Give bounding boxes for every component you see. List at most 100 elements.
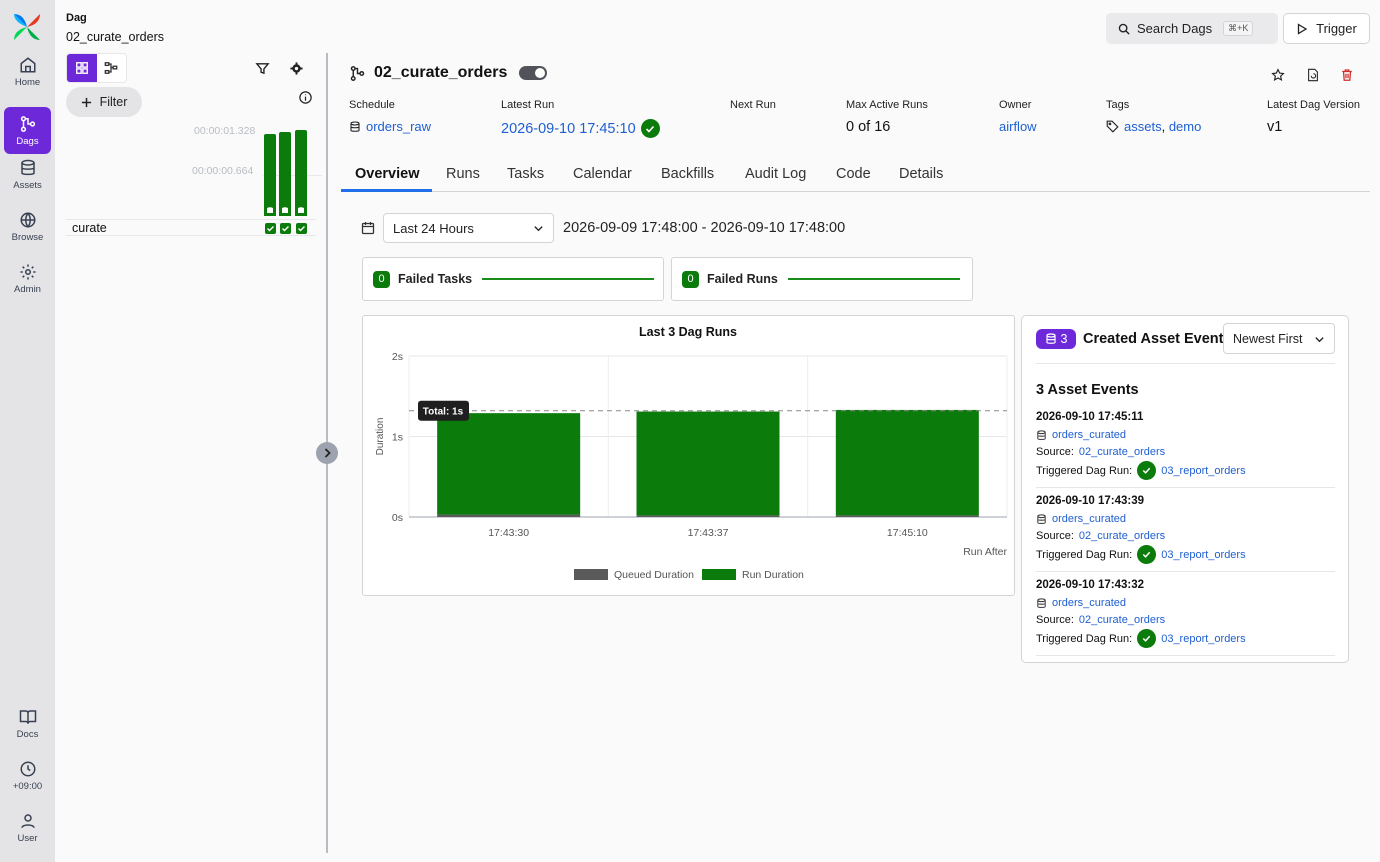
parse-dag-button[interactable]	[1304, 66, 1322, 84]
check-icon	[282, 226, 289, 232]
nav-docs[interactable]: Docs	[4, 700, 51, 747]
meta-owner: Owner airflow	[999, 99, 1037, 134]
check-icon	[267, 226, 274, 232]
latest-run-link[interactable]: 2026-09-10 17:45:10	[501, 121, 636, 137]
tab-overview[interactable]: Overview	[355, 166, 420, 182]
legend-label: Run Duration	[742, 569, 804, 581]
task-instance-success[interactable]	[280, 223, 291, 234]
owner-link[interactable]: airflow	[999, 119, 1037, 134]
breadcrumb-dag-name[interactable]: 02_curate_orders	[66, 30, 164, 44]
nav-admin[interactable]: Admin	[4, 255, 51, 302]
tab-details[interactable]: Details	[899, 166, 943, 182]
asset-link[interactable]: orders_curated	[1052, 429, 1126, 441]
triggered-dag-link[interactable]: 03_report_orders	[1161, 549, 1245, 561]
grid-settings-button[interactable]	[285, 57, 307, 79]
duration-tick-max: 00:00:01.328	[194, 125, 256, 137]
failed-tasks-label: Failed Tasks	[398, 272, 473, 286]
sort-select[interactable]: Newest First	[1223, 323, 1335, 354]
run-bar[interactable]	[264, 134, 276, 216]
graph-view-button[interactable]	[97, 54, 127, 82]
nav-home-label: Home	[14, 76, 41, 88]
search-dags-button[interactable]: Search Dags ⌘+K	[1106, 13, 1278, 44]
asset-events-card: 3 Created Asset Events Newest First 3 As…	[1021, 315, 1349, 663]
filter-button[interactable]: Filter	[66, 87, 142, 117]
dag-runs-chart-card: Last 3 Dag Runs 0s 1s 2s Duration 17:43:30 17:…	[362, 315, 1015, 596]
failed-runs-card[interactable]: 0 Failed Runs	[671, 257, 973, 301]
chart-title: Last 3 Dag Runs	[639, 325, 737, 339]
dag-title: 02_curate_orders	[374, 64, 508, 81]
success-status-icon	[640, 119, 660, 138]
airflow-logo-icon[interactable]	[12, 12, 42, 42]
active-tab-indicator	[341, 189, 432, 192]
dag-runs-chart: Last 3 Dag Runs 0s 1s 2s Duration 17:43:30 17:…	[375, 325, 1008, 581]
y-tick-label: 2s	[392, 351, 403, 363]
nav-home[interactable]: Home	[4, 48, 51, 95]
tab-tasks[interactable]: Tasks	[507, 166, 544, 182]
dag-icon	[20, 115, 35, 132]
tab-audit-log[interactable]: Audit Log	[745, 166, 806, 182]
plus-icon	[81, 97, 91, 107]
delete-dag-button[interactable]	[1338, 66, 1356, 84]
bar-queued	[437, 514, 581, 517]
tab-code[interactable]: Code	[836, 166, 871, 182]
favorite-button[interactable]	[1269, 66, 1287, 84]
meta-schedule-label: Schedule	[349, 99, 395, 111]
grid-view-button[interactable]	[67, 54, 97, 82]
tab-calendar[interactable]: Calendar	[573, 166, 632, 182]
task-row[interactable]: curate	[66, 219, 316, 236]
database-icon	[1037, 513, 1046, 524]
divider	[1036, 487, 1335, 488]
database-icon	[1045, 333, 1056, 344]
user-icon	[20, 813, 35, 828]
tab-runs[interactable]: Runs	[446, 166, 480, 182]
task-instance-success[interactable]	[265, 223, 276, 234]
bar-run	[835, 409, 979, 516]
success-status-icon	[1137, 461, 1157, 480]
pause-toggle[interactable]	[519, 66, 548, 80]
grid-panel: Dag 02_curate_orders Filter 00:00:01.328…	[55, 0, 327, 862]
source-dag-link[interactable]: 02_curate_orders	[1079, 446, 1165, 458]
nav-assets[interactable]: Assets	[4, 151, 51, 198]
nav-user[interactable]: User	[4, 804, 51, 851]
check-icon	[298, 226, 305, 232]
nav-user-label: User	[17, 832, 38, 844]
task-instance-success[interactable]	[296, 223, 307, 234]
nav-browse[interactable]: Browse	[4, 203, 51, 250]
filter-toggle-button[interactable]	[251, 57, 273, 79]
source-label: Source:	[1036, 446, 1074, 458]
triggered-dag-link[interactable]: 03_report_orders	[1161, 633, 1245, 645]
trigger-button[interactable]: Trigger	[1283, 13, 1370, 44]
asset-event-timestamp: 2026-09-10 17:43:39	[1036, 495, 1145, 507]
run-bar[interactable]	[279, 132, 291, 216]
tag-link[interactable]: assets	[1124, 119, 1162, 134]
meta-owner-label: Owner	[999, 99, 1032, 111]
divider	[1036, 363, 1335, 364]
time-range-select[interactable]: Last 24 Hours	[383, 213, 554, 243]
meta-max-active: Max Active Runs 0 of 16	[846, 99, 928, 135]
chevron-down-icon	[1315, 337, 1324, 343]
globe-icon	[20, 212, 35, 228]
asset-event: 2026-09-10 17:43:32 orders_curated Source:…	[1036, 579, 1335, 648]
task-name[interactable]: curate	[72, 221, 107, 235]
nav-dags[interactable]: Dags	[4, 107, 51, 154]
source-dag-link[interactable]: 02_curate_orders	[1079, 530, 1165, 542]
source-dag-link[interactable]: 02_curate_orders	[1079, 614, 1165, 626]
tag-separator: ,	[1161, 119, 1166, 134]
asset-link[interactable]: orders_curated	[1052, 597, 1126, 609]
tag-link[interactable]: demo	[1169, 119, 1202, 134]
nav-timezone[interactable]: +09:00	[4, 752, 51, 799]
x-tick-label: 17:43:37	[688, 527, 729, 539]
failed-tasks-card[interactable]: 0 Failed Tasks	[362, 257, 664, 301]
triggered-dag-link[interactable]: 03_report_orders	[1161, 465, 1245, 477]
asset-link[interactable]: orders_curated	[1052, 513, 1126, 525]
schedule-asset-link[interactable]: orders_raw	[366, 119, 431, 134]
run-bar[interactable]	[295, 130, 307, 216]
bar-run	[636, 411, 780, 516]
y-tick-label: 0s	[392, 512, 403, 524]
meta-schedule: Schedule orders_raw	[349, 99, 431, 134]
asset-event-timestamp: 2026-09-10 17:45:11	[1036, 411, 1144, 423]
asset-count: 3	[1060, 332, 1068, 346]
info-button[interactable]	[294, 86, 316, 108]
tab-backfills[interactable]: Backfills	[661, 166, 714, 182]
graph-icon	[104, 62, 118, 74]
